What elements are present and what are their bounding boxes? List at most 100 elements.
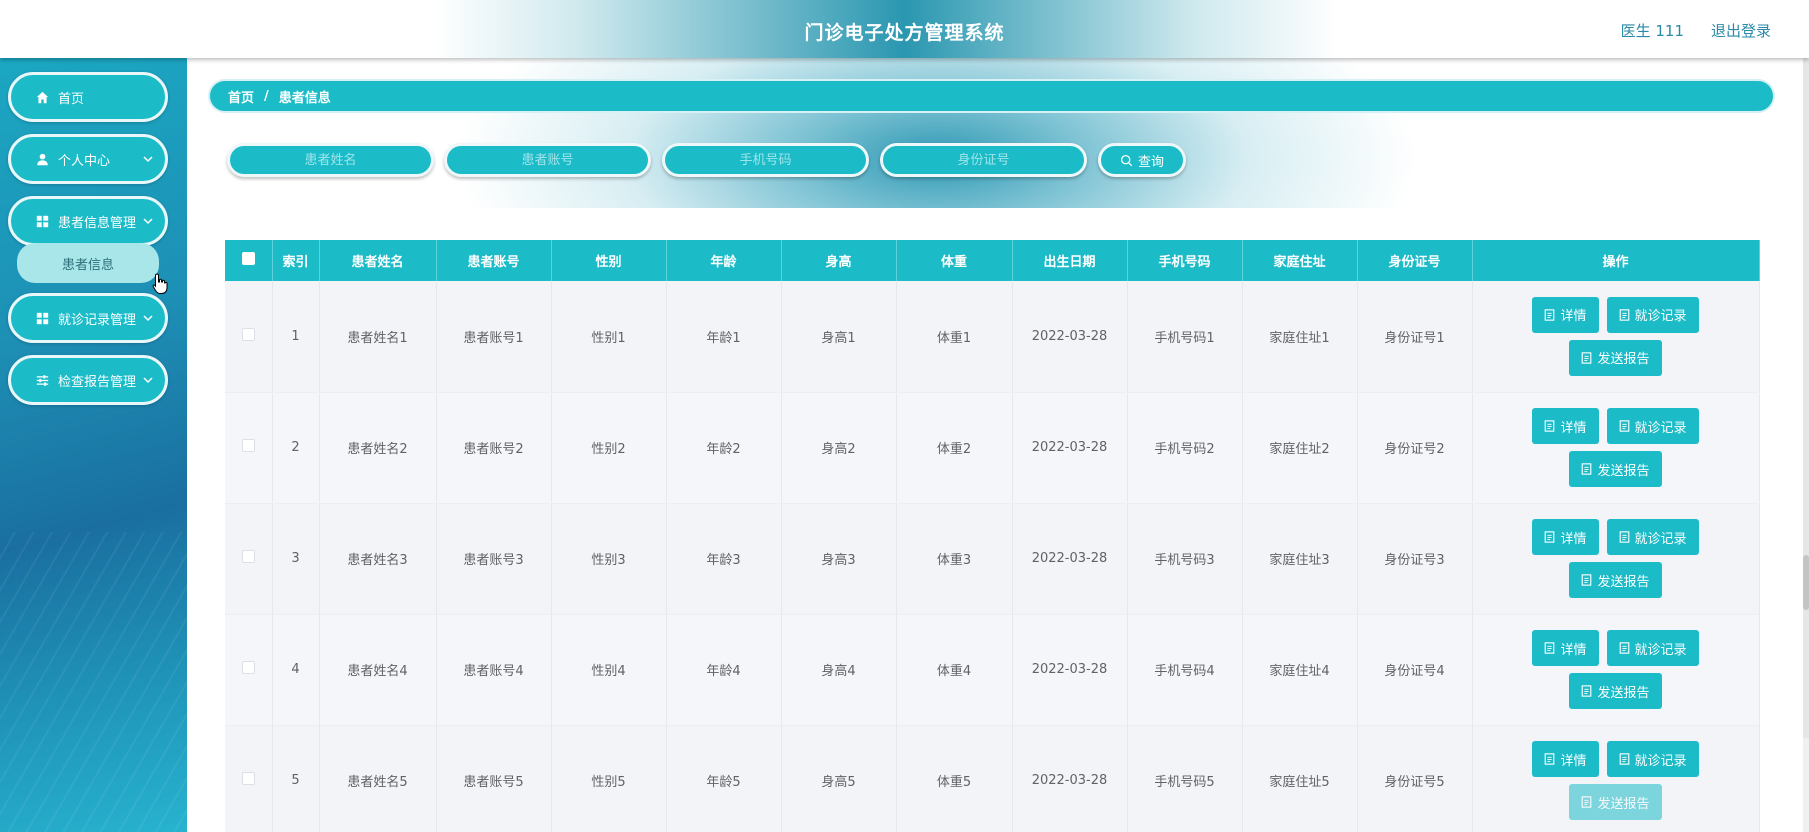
send-report-button[interactable]: 发送报告 bbox=[1569, 451, 1662, 487]
visit-record-button-label: 就诊记录 bbox=[1634, 642, 1687, 658]
cell-account: 患者账号1 bbox=[436, 281, 552, 393]
send-report-button-label: 发送报告 bbox=[1597, 685, 1650, 701]
row-checkbox[interactable] bbox=[241, 550, 255, 563]
table-row: 3 患者姓名3 患者账号3 性别3 年龄3 身高3 体重3 2022-03-28… bbox=[225, 503, 1760, 615]
detail-button[interactable]: 详情 bbox=[1532, 519, 1599, 555]
cell-address: 家庭住址1 bbox=[1242, 281, 1358, 393]
table-row: 2 患者姓名2 患者账号2 性别2 年龄2 身高2 体重2 2022-03-28… bbox=[225, 392, 1760, 504]
logout-link[interactable]: 退出登录 bbox=[1711, 20, 1771, 41]
cell-account: 患者账号4 bbox=[436, 614, 552, 726]
detail-button-label: 详情 bbox=[1560, 642, 1587, 658]
cell-account: 患者账号5 bbox=[436, 725, 552, 832]
chevron-down-icon bbox=[143, 315, 153, 322]
sidebar-item-label: 就诊记录管理 bbox=[58, 312, 137, 328]
visit-record-button-label: 就诊记录 bbox=[1634, 420, 1687, 436]
detail-button[interactable]: 详情 bbox=[1532, 408, 1599, 444]
query-button[interactable]: 查询 bbox=[1098, 143, 1186, 177]
table-row: 4 患者姓名4 患者账号4 性别4 年龄4 身高4 体重4 2022-03-28… bbox=[225, 614, 1760, 726]
phone-search-input[interactable] bbox=[662, 143, 869, 177]
cell-actions: 详情 就诊记录 发送报告 bbox=[1472, 614, 1760, 726]
send-report-button[interactable]: 发送报告 bbox=[1569, 562, 1662, 598]
cell-address: 家庭住址2 bbox=[1242, 392, 1358, 504]
sidebar-item-patient-info-mgmt[interactable]: 患者信息管理 bbox=[8, 196, 168, 246]
cell-idcard: 身份证号3 bbox=[1357, 503, 1473, 615]
document-icon bbox=[1582, 685, 1592, 697]
idcard-search-input[interactable] bbox=[880, 143, 1087, 177]
document-icon bbox=[1619, 531, 1629, 543]
grid-icon bbox=[35, 214, 49, 228]
cell-name: 患者姓名1 bbox=[319, 281, 437, 393]
visit-record-button[interactable]: 就诊记录 bbox=[1606, 408, 1699, 444]
row-checkbox[interactable] bbox=[241, 327, 255, 341]
cell-age: 年龄1 bbox=[666, 281, 782, 393]
column-header: 患者姓名 bbox=[319, 240, 437, 281]
cell-idcard: 身份证号5 bbox=[1357, 725, 1473, 832]
document-icon bbox=[1582, 463, 1592, 475]
select-all-checkbox[interactable] bbox=[241, 252, 255, 265]
cell-address: 家庭住址4 bbox=[1242, 614, 1358, 726]
cell-age: 年龄5 bbox=[666, 725, 782, 832]
top-header: 门诊电子处方管理系统 医生 111 退出登录 bbox=[0, 0, 1809, 58]
send-report-button[interactable]: 发送报告 bbox=[1569, 784, 1662, 820]
column-header: 家庭住址 bbox=[1242, 240, 1358, 281]
row-checkbox[interactable] bbox=[241, 661, 255, 674]
detail-button[interactable]: 详情 bbox=[1532, 296, 1599, 333]
cell-address: 家庭住址5 bbox=[1242, 725, 1358, 832]
cell-phone: 手机号码3 bbox=[1127, 503, 1243, 615]
cell-age: 年龄3 bbox=[666, 503, 782, 615]
column-header: 操作 bbox=[1472, 240, 1760, 281]
cell-gender: 性别1 bbox=[551, 281, 667, 393]
breadcrumb-home[interactable]: 首页 bbox=[228, 87, 254, 106]
patient-name-search-input[interactable] bbox=[227, 143, 434, 177]
home-icon bbox=[35, 90, 49, 104]
detail-button[interactable]: 详情 bbox=[1532, 630, 1599, 666]
visit-record-button-label: 就诊记录 bbox=[1634, 531, 1687, 547]
visit-record-button[interactable]: 就诊记录 bbox=[1606, 296, 1699, 333]
visit-record-button[interactable]: 就诊记录 bbox=[1606, 741, 1699, 777]
column-header: 索引 bbox=[272, 240, 320, 281]
column-header: 患者账号 bbox=[436, 240, 552, 281]
sidebar-item-exam-report-mgmt[interactable]: 检查报告管理 bbox=[8, 355, 168, 405]
document-icon bbox=[1545, 420, 1555, 432]
document-icon bbox=[1619, 753, 1629, 765]
cell-weight: 体重2 bbox=[896, 392, 1013, 504]
send-report-button[interactable]: 发送报告 bbox=[1569, 673, 1662, 709]
document-icon bbox=[1582, 574, 1592, 586]
cell-idcard: 身份证号4 bbox=[1357, 614, 1473, 726]
row-checkbox[interactable] bbox=[241, 439, 255, 452]
send-report-button[interactable]: 发送报告 bbox=[1569, 339, 1662, 376]
patient-account-search-input[interactable] bbox=[444, 143, 651, 177]
sidebar-item-label: 检查报告管理 bbox=[58, 374, 137, 390]
send-report-button-label: 发送报告 bbox=[1597, 796, 1650, 812]
select-all-cell[interactable] bbox=[225, 240, 273, 281]
visit-record-button[interactable]: 就诊记录 bbox=[1606, 519, 1699, 555]
detail-button[interactable]: 详情 bbox=[1532, 741, 1599, 777]
sidebar-subitem-patient-info[interactable]: 患者信息 bbox=[17, 243, 159, 283]
cell-birth: 2022-03-28 bbox=[1012, 725, 1128, 832]
user-icon bbox=[35, 152, 49, 166]
cell-account: 患者账号2 bbox=[436, 392, 552, 504]
cell-actions: 详情 就诊记录 发送报告 bbox=[1472, 725, 1760, 832]
sidebar-item-personal-center[interactable]: 个人中心 bbox=[8, 134, 168, 184]
table-header-row: 索引 患者姓名 患者账号 性别 年龄 身高 体重 出生日期 手机号码 家庭住址 … bbox=[225, 240, 1760, 281]
column-header: 身高 bbox=[781, 240, 897, 281]
sidebar-item-visit-records-mgmt[interactable]: 就诊记录管理 bbox=[8, 293, 168, 343]
row-checkbox[interactable] bbox=[241, 772, 255, 785]
visit-record-button[interactable]: 就诊记录 bbox=[1606, 630, 1699, 666]
cell-gender: 性别5 bbox=[551, 725, 667, 832]
page-scrollbar-thumb[interactable] bbox=[1803, 555, 1809, 610]
cell-idcard: 身份证号2 bbox=[1357, 392, 1473, 504]
sidebar-item-label: 个人中心 bbox=[58, 153, 111, 169]
document-icon bbox=[1545, 642, 1555, 654]
sidebar-item-home[interactable]: 首页 bbox=[8, 72, 168, 122]
document-icon bbox=[1619, 642, 1629, 654]
table-row: 5 患者姓名5 患者账号5 性别5 年龄5 身高5 体重5 2022-03-28… bbox=[225, 725, 1760, 832]
cell-phone: 手机号码5 bbox=[1127, 725, 1243, 832]
column-header: 手机号码 bbox=[1127, 240, 1243, 281]
cell-index: 5 bbox=[272, 725, 320, 832]
send-report-button-label: 发送报告 bbox=[1597, 352, 1650, 368]
column-header: 身份证号 bbox=[1357, 240, 1473, 281]
document-icon bbox=[1619, 309, 1629, 321]
cell-index: 3 bbox=[272, 503, 320, 615]
document-icon bbox=[1545, 753, 1555, 765]
